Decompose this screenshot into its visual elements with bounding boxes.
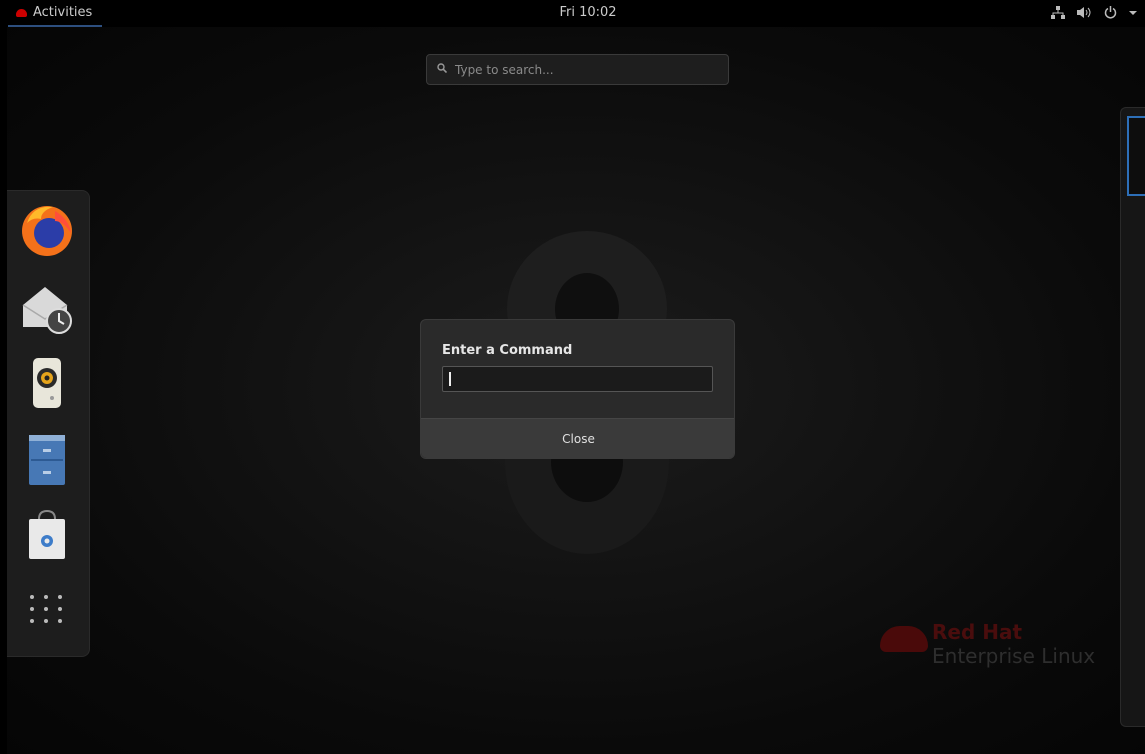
speaker-icon [33,358,61,408]
brand-line-2: Enterprise Linux [932,644,1096,668]
shopping-bag-icon [29,509,65,559]
search-icon [437,63,448,76]
command-input[interactable] [442,366,713,392]
workspace-thumbnail[interactable] [1127,116,1145,196]
activities-button[interactable]: Activities [8,0,102,27]
text-cursor [449,372,451,386]
dash-item-rhythmbox[interactable] [19,354,75,410]
dash-item-files[interactable] [19,431,75,487]
dash-item-evolution[interactable] [19,279,75,335]
mail-clock-icon [22,287,72,334]
top-bar: Activities Fri 10:02 [0,0,1145,27]
dash-item-firefox[interactable] [19,203,75,259]
file-cabinet-icon [29,435,65,485]
redhat-logo-icon [880,626,928,652]
firefox-icon [22,206,72,256]
brand-line-1: Red Hat [932,620,1023,644]
system-menu[interactable] [1051,6,1137,23]
dialog-title: Enter a Command [442,343,573,358]
activities-label: Activities [33,5,93,20]
volume-icon[interactable] [1077,6,1092,23]
app-grid-icon[interactable] [30,595,70,635]
clock[interactable]: Fri 10:02 [548,5,628,20]
close-button[interactable]: Close [421,418,734,458]
power-icon[interactable] [1104,6,1117,23]
redhat-logo-icon [16,8,27,17]
chevron-down-icon[interactable] [1129,6,1137,23]
workspace-switcher[interactable] [1120,107,1145,727]
search-placeholder: Type to search... [455,62,554,77]
network-icon[interactable] [1051,6,1065,23]
dash-item-software[interactable] [19,505,75,561]
run-command-dialog: Enter a Command Close [420,319,735,459]
search-field[interactable]: Type to search... [426,54,729,85]
dash [7,190,90,657]
